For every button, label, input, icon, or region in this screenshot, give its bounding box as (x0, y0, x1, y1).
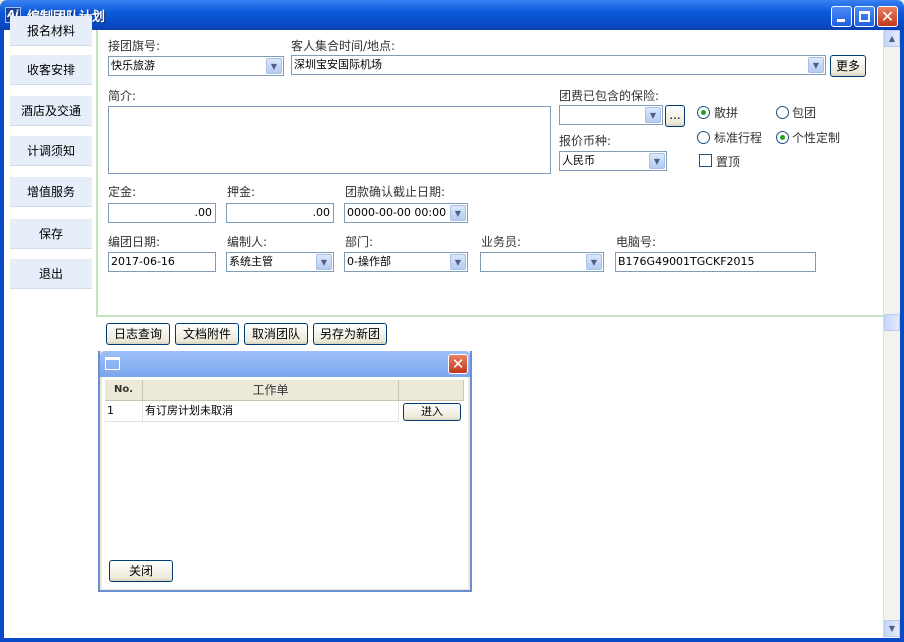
radio-custom-label: 个性定制 (792, 131, 841, 145)
chevron-down-icon[interactable]: ▼ (316, 254, 332, 270)
sidebar-item-value-added[interactable]: 增值服务 (10, 177, 92, 207)
dept-label: 部门: (345, 235, 374, 249)
sidebar-item-operator-notes[interactable]: 计调须知 (10, 136, 92, 166)
radio-standard[interactable] (697, 131, 710, 144)
dialog-body: No. 工作单 1 有订房计划未取消 进入 关闭 (102, 377, 468, 589)
chevron-down-icon[interactable]: ▼ (645, 107, 661, 123)
close-icon: ✕ (880, 7, 895, 26)
currency-label: 报价币种: (559, 134, 612, 148)
date-label: 编团日期: (108, 235, 161, 249)
tour-flag-value: 快乐旅游 (111, 59, 155, 72)
intro-label: 简介: (108, 89, 137, 103)
intro-textarea[interactable] (108, 106, 551, 174)
sidebar-item-hotel-transport[interactable]: 酒店及交通 (10, 96, 92, 126)
scroll-up-icon[interactable]: ▲ (884, 30, 900, 47)
deadline-datetime[interactable]: 0000-00-00 00:00 ▼ (344, 203, 468, 223)
chevron-down-icon[interactable]: ▼ (450, 254, 466, 270)
chevron-down-icon[interactable]: ▼ (808, 57, 824, 73)
sidebar: 报名材料 收客安排 酒店及交通 计调须知 增值服务 保存 退出 (4, 16, 96, 638)
pc-label: 电脑号: (616, 235, 657, 249)
deposit-label: 定金: (108, 185, 137, 199)
gather-label: 客人集合时间/地点: (291, 39, 396, 53)
insurance-label: 团费已包含的保险: (559, 89, 660, 103)
team-plan-form: 接团旗号: 快乐旅游 ▼ 客人集合时间/地点: 深圳宝安国际机场 ▼ 更多 简介… (96, 30, 883, 317)
column-header-no: No. (105, 380, 143, 401)
sidebar-item-guest-arrangement[interactable]: 收客安排 (10, 55, 92, 85)
close-button[interactable]: 关闭 (109, 560, 173, 582)
date-input[interactable]: 2017-06-16 (108, 252, 216, 272)
minimize-icon (837, 19, 845, 22)
chevron-down-icon[interactable]: ▼ (649, 153, 665, 169)
radio-standard-label: 标准行程 (714, 131, 763, 145)
deadline-value: 0000-00-00 00:00 (347, 206, 447, 219)
deadline-label: 团款确认截止日期: (345, 185, 446, 199)
tour-flag-select[interactable]: 快乐旅游 ▼ (108, 56, 284, 76)
vertical-scrollbar[interactable]: ▲ ▼ (883, 30, 900, 638)
title-bar: Ai 编制团队计划 ✕ (0, 0, 904, 30)
row-task: 有订房计划未取消 (143, 401, 399, 422)
more-button[interactable]: 更多 (830, 55, 866, 77)
insurance-browse-button[interactable]: ... (665, 105, 685, 127)
doc-attach-button[interactable]: 文档附件 (175, 323, 239, 345)
row-no: 1 (105, 401, 143, 422)
editor-label: 编制人: (227, 235, 268, 249)
column-header-action (399, 380, 464, 401)
window-icon (105, 357, 120, 370)
close-icon: ✕ (451, 355, 465, 373)
window-frame-right (900, 30, 904, 642)
deposit-input[interactable]: .00 (108, 203, 216, 223)
sidebar-item-signup-materials[interactable]: 报名材料 (10, 16, 92, 46)
dept-value: 0-操作部 (347, 255, 391, 268)
window-frame-bottom (0, 638, 904, 642)
radio-charter[interactable] (776, 106, 789, 119)
maximize-icon (859, 11, 870, 22)
cancel-team-button[interactable]: 取消团队 (244, 323, 308, 345)
radio-charter-label: 包团 (792, 106, 817, 120)
chevron-down-icon[interactable]: ▼ (586, 254, 602, 270)
currency-select[interactable]: 人民币 ▼ (559, 151, 667, 171)
gather-location-select[interactable]: 深圳宝安国际机场 ▼ (291, 55, 826, 75)
radio-loose[interactable] (697, 106, 710, 119)
minimize-button[interactable] (831, 6, 852, 27)
pin-checkbox[interactable] (699, 154, 712, 167)
guarantee-label: 押金: (227, 185, 256, 199)
sidebar-item-save[interactable]: 保存 (10, 219, 92, 249)
chevron-down-icon[interactable]: ▼ (266, 58, 282, 74)
gather-location-value: 深圳宝安国际机场 (294, 58, 382, 71)
maximize-button[interactable] (854, 6, 875, 27)
sidebar-item-exit[interactable]: 退出 (10, 259, 92, 289)
currency-value: 人民币 (562, 154, 595, 167)
pc-number-input[interactable]: B176G49001TGCKF2015 (615, 252, 816, 272)
log-query-button[interactable]: 日志查询 (106, 323, 170, 345)
work-order-dialog: ✕ No. 工作单 1 有订房计划未取消 进入 关闭 (98, 351, 472, 592)
editor-select[interactable]: 系统主管 ▼ (226, 252, 334, 272)
save-as-new-button[interactable]: 另存为新团 (313, 323, 387, 345)
sales-select[interactable]: ▼ (480, 252, 604, 272)
pin-checkbox-label: 置顶 (716, 155, 741, 169)
radio-custom[interactable] (776, 131, 789, 144)
radio-loose-label: 散拼 (714, 106, 739, 120)
close-window-button[interactable]: ✕ (877, 6, 898, 27)
insurance-select[interactable]: ▼ (559, 105, 663, 125)
chevron-down-icon[interactable]: ▼ (450, 205, 466, 221)
column-header-task: 工作单 (143, 380, 399, 401)
sales-label: 业务员: (481, 235, 522, 249)
guarantee-input[interactable]: .00 (226, 203, 334, 223)
dialog-title-bar: ✕ (100, 351, 470, 377)
dialog-close-button[interactable]: ✕ (448, 354, 468, 374)
tour-flag-label: 接团旗号: (108, 39, 161, 53)
editor-value: 系统主管 (229, 255, 273, 268)
dept-select[interactable]: 0-操作部 ▼ (344, 252, 468, 272)
scroll-thumb[interactable] (884, 314, 900, 331)
enter-button[interactable]: 进入 (403, 403, 461, 421)
scroll-down-icon[interactable]: ▼ (884, 620, 900, 637)
